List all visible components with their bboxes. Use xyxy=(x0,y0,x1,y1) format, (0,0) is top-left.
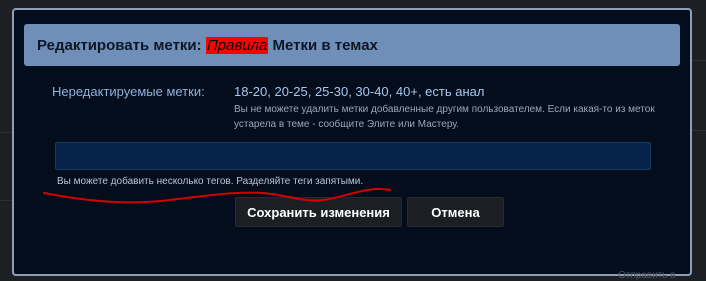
fixed-tags-label: Нередактируемые метки: xyxy=(52,84,205,99)
tags-input[interactable] xyxy=(55,142,651,170)
dialog-header: Редактировать метки: Правила Метки в тем… xyxy=(24,24,680,66)
dialog-title-suffix: Метки в темах xyxy=(272,37,378,54)
save-changes-button[interactable]: Сохранить изменения xyxy=(235,197,402,227)
fixed-tags-value: 18-20, 20-25, 25-30, 30-40, 40+, есть ан… xyxy=(234,84,485,99)
thread-link[interactable]: Правила xyxy=(205,37,269,54)
cancel-button[interactable]: Отмена xyxy=(407,197,504,227)
dialog-title: Редактировать метки: xyxy=(37,37,202,54)
fixed-tags-note: Вы не можете удалить метки добавленные д… xyxy=(234,104,655,130)
background-link-text: Отправить в xyxy=(618,270,676,281)
edit-tags-dialog: Редактировать метки: Правила Метки в тем… xyxy=(12,8,692,276)
tags-input-hint: Вы можете добавить несколько тегов. Разд… xyxy=(57,176,364,187)
